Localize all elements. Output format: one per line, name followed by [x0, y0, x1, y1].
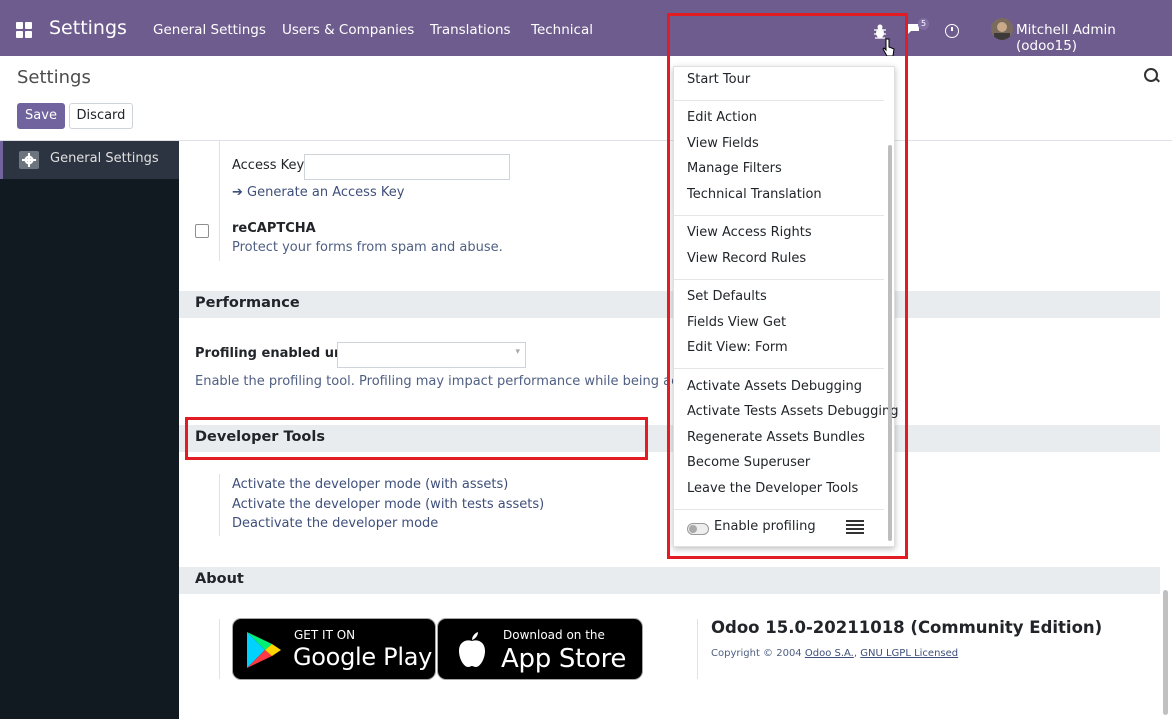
divider [219, 619, 220, 679]
divider [219, 474, 220, 536]
apple-icon [456, 631, 488, 673]
app-store-small-text: Download on the [503, 628, 605, 642]
deactivate-dev-mode-link[interactable]: Deactivate the developer mode [232, 516, 438, 531]
activity-clock-icon[interactable] [945, 24, 959, 38]
arrow-right-icon: ➔ [232, 185, 248, 200]
activate-dev-mode-tests-link[interactable]: Activate the developer mode (with tests … [232, 497, 544, 512]
menu-translations[interactable]: Translations [430, 22, 511, 38]
about-section-header: About [179, 567, 1160, 594]
google-play-icon [245, 630, 283, 674]
section-title: About [195, 571, 244, 587]
google-play-small-text: GET IT ON [294, 628, 356, 642]
odoo-version: Odoo 15.0-20211018 (Community Edition) [711, 618, 1103, 637]
settings-sidebar: General Settings [0, 141, 179, 719]
activate-dev-mode-assets-link[interactable]: Activate the developer mode (with assets… [232, 477, 508, 492]
copyright-prefix: Copyright © 2004 [711, 648, 802, 659]
profiling-label: Profiling enabled until [195, 346, 359, 361]
developer-tools-highlight-box [185, 417, 648, 460]
company-link[interactable]: Odoo S.A. [805, 648, 854, 659]
access-key-input[interactable] [304, 154, 510, 180]
menu-users-companies[interactable]: Users & Companies [282, 22, 414, 38]
app-brand[interactable]: Settings [49, 17, 127, 39]
gear-icon [19, 151, 39, 169]
divider [697, 619, 698, 679]
generate-access-key-label: Generate an Access Key [247, 185, 405, 200]
recaptcha-description: Protect your forms from spam and abuse. [232, 240, 503, 255]
menu-technical[interactable]: Technical [531, 22, 593, 38]
sidebar-item-general-settings[interactable]: General Settings [0, 141, 179, 179]
divider [219, 141, 220, 261]
copyright: Copyright © 2004 Odoo S.A., GNU LGPL Lic… [711, 648, 959, 659]
save-button[interactable]: Save [17, 103, 65, 129]
apps-grid-icon[interactable] [16, 22, 32, 38]
page-scrollbar[interactable] [1163, 590, 1168, 715]
user-menu[interactable]: Mitchell Admin (odoo15) [1016, 22, 1172, 54]
chevron-down-icon: ▾ [515, 347, 520, 357]
profiling-date-select[interactable]: ▾ [337, 342, 526, 368]
page-title: Settings [17, 67, 91, 88]
google-play-big-text: Google Play [293, 643, 433, 671]
discard-button[interactable]: Discard [69, 103, 133, 129]
google-play-badge[interactable]: GET IT ON Google Play [232, 618, 436, 680]
access-key-label: Access Key [232, 158, 305, 173]
control-panel: Settings Save Discard [0, 56, 1172, 141]
top-navbar: Settings General Settings Users & Compan… [0, 0, 1172, 57]
profiling-description: Enable the profiling tool. Profiling may… [195, 374, 707, 389]
license-link[interactable]: GNU LGPL Licensed [860, 648, 958, 659]
app-store-badge[interactable]: Download on the App Store [437, 618, 643, 680]
search-icon[interactable] [1144, 68, 1158, 82]
generate-access-key-link[interactable]: ➔ Generate an Access Key [232, 185, 404, 200]
sidebar-item-label: General Settings [50, 151, 159, 166]
debug-menu-highlight-box [667, 13, 908, 559]
section-title: Performance [195, 295, 300, 311]
recaptcha-title: reCAPTCHA [232, 221, 316, 236]
recaptcha-checkbox[interactable] [195, 224, 209, 238]
menu-general-settings[interactable]: General Settings [153, 22, 266, 38]
avatar[interactable] [991, 18, 1013, 40]
message-count-badge: 5 [918, 18, 930, 30]
app-store-big-text: App Store [501, 644, 627, 674]
